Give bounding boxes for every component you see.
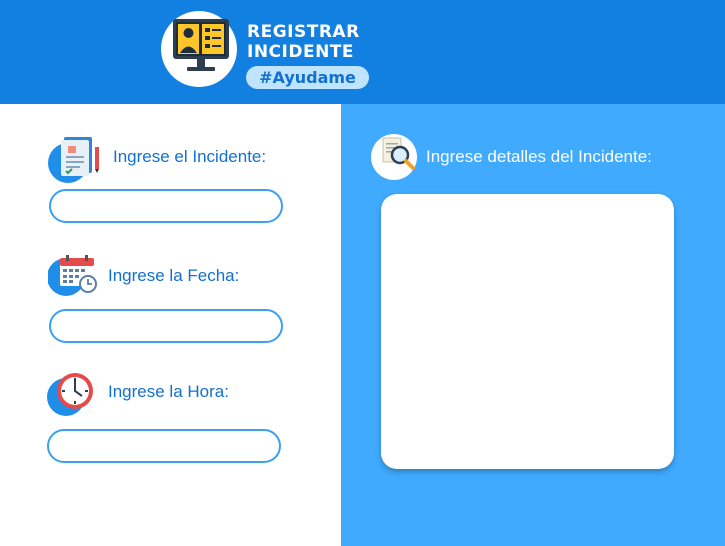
incidente-label: Ingrese el Incidente: [113, 147, 267, 166]
hashtag-badge: #Ayudame [246, 66, 369, 89]
app-title-line2: INCIDENTE [247, 42, 355, 62]
header-bar: REGISTRAR INCIDENTE #Ayudame [0, 0, 725, 104]
details-textarea[interactable] [381, 194, 674, 469]
fecha-input[interactable] [49, 309, 283, 343]
incidente-input[interactable] [49, 189, 283, 223]
document-icon [48, 137, 99, 183]
app-title: REGISTRAR INCIDENTE [247, 22, 360, 62]
details-label: Ingrese detalles del Incidente: [426, 147, 652, 166]
fecha-label: Ingrese la Fecha: [108, 266, 240, 285]
hora-label: Ingrese la Hora: [108, 382, 229, 401]
app-title-line1: REGISTRAR [247, 22, 360, 42]
hora-input[interactable] [47, 429, 281, 463]
magnifier-document-icon [371, 134, 417, 180]
logo-badge [161, 11, 237, 87]
clock-icon [47, 373, 93, 416]
calendar-icon [48, 255, 97, 296]
computer-user-icon [173, 19, 229, 71]
